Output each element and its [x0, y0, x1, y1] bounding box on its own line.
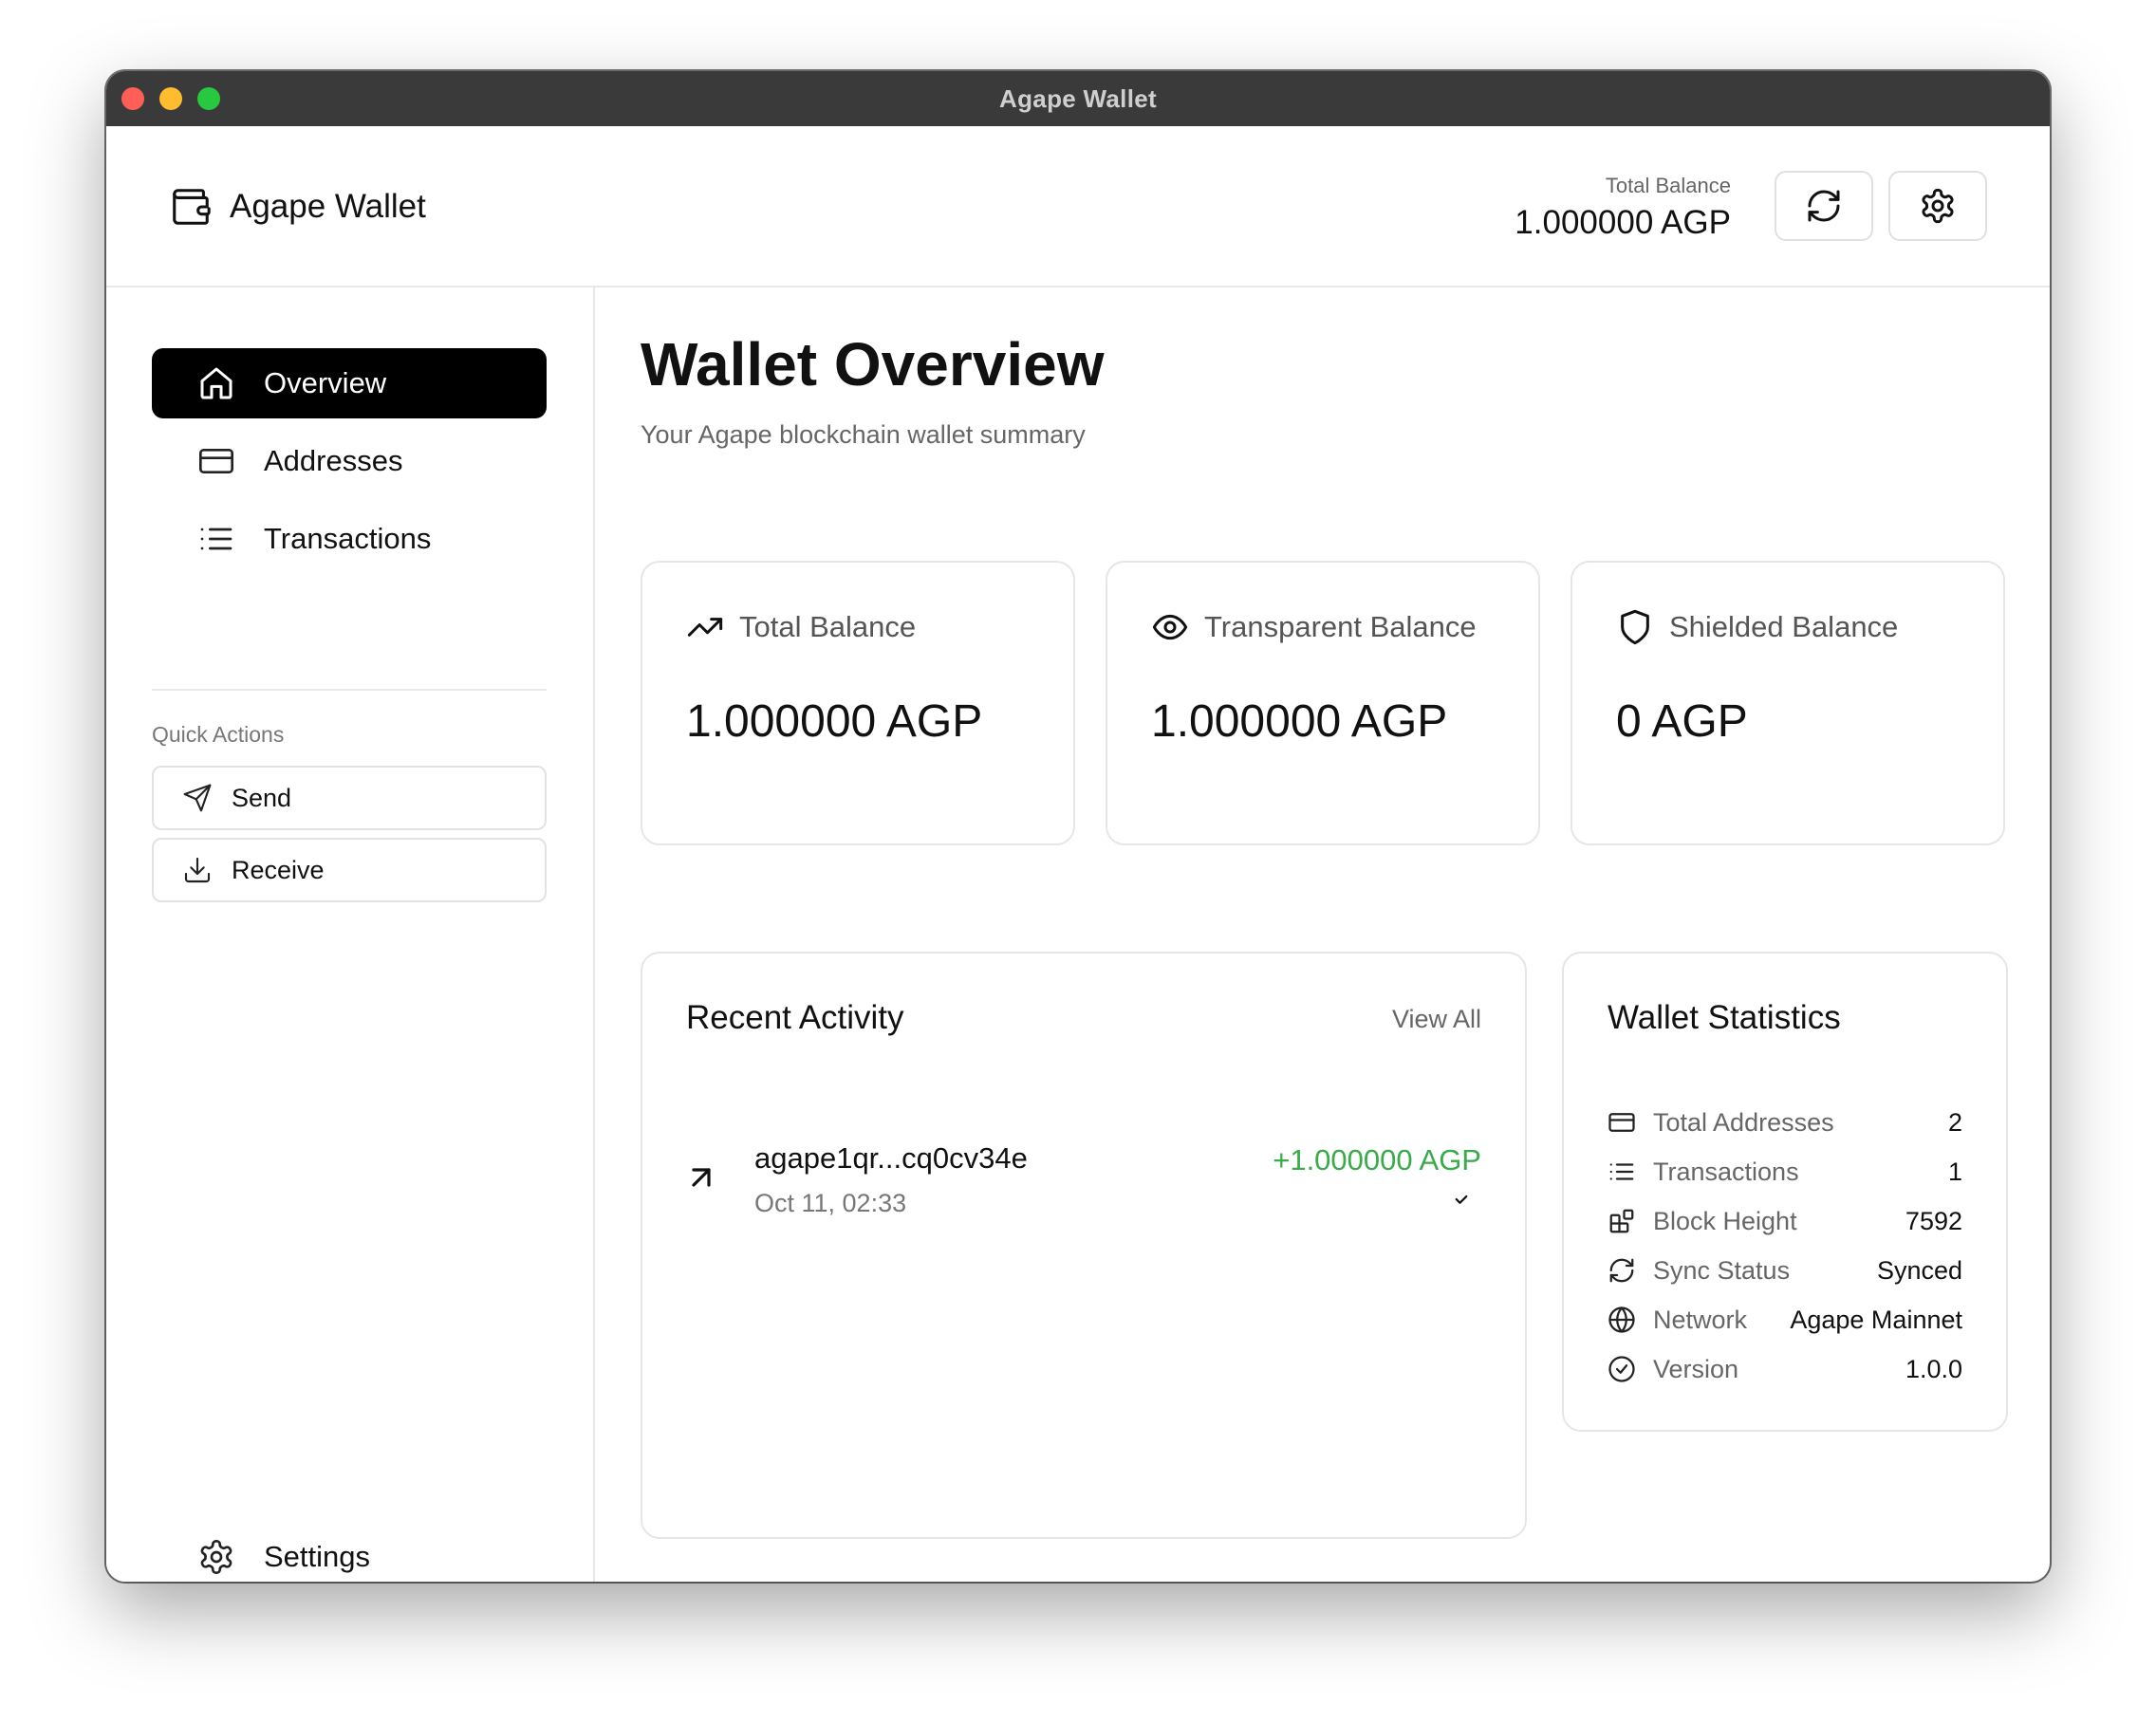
- stat-label: Sync Status: [1653, 1255, 1791, 1285]
- recent-activity-title: Recent Activity: [686, 999, 904, 1036]
- recent-activity-card: Recent Activity View All agape1qr...cq0c…: [641, 952, 1527, 1539]
- stat-label: Block Height: [1653, 1206, 1797, 1235]
- shield-icon: [1621, 609, 1649, 645]
- stat-value: Synced: [1876, 1255, 1962, 1285]
- stat-row: Transactions 1: [1608, 1153, 1962, 1191]
- settings-label: Settings: [264, 1540, 371, 1573]
- sidebar-item-label: Overview: [264, 366, 387, 399]
- transaction-address: agape1qr...cq0cv34e: [754, 1141, 1028, 1175]
- check-circle-icon: [1608, 1356, 1635, 1382]
- balance-value: 0 AGP: [1616, 696, 1748, 747]
- balance-label: Transparent Balance: [1204, 610, 1477, 643]
- balance-label: Total Balance: [739, 610, 917, 643]
- check-icon: [1455, 1195, 1468, 1204]
- balance-value: 1.000000 AGP: [1151, 696, 1448, 747]
- total-balance-card: Total Balance 1.000000 AGP: [641, 561, 1075, 845]
- stat-value: 2: [1947, 1107, 1962, 1137]
- main-content: Wallet Overview Your Agape blockchain wa…: [595, 287, 2050, 1582]
- list-icon: [1609, 1163, 1634, 1180]
- eye-icon: [1152, 614, 1188, 640]
- quick-actions-label: Quick Actions: [152, 722, 285, 747]
- sidebar-item-overview[interactable]: Overview: [152, 348, 547, 418]
- globe-icon: [1608, 1306, 1635, 1333]
- refresh-icon: [1808, 190, 1840, 222]
- sidebar-item-addresses[interactable]: Addresses: [152, 426, 547, 496]
- stat-value: 7592: [1905, 1206, 1962, 1235]
- app-header: Agape Wallet Total Balance 1.000000 AGP: [106, 126, 2050, 287]
- list-icon: [200, 528, 232, 550]
- gear-icon: [200, 1540, 232, 1574]
- app-window: Agape Wallet Agape Wallet Total Balance …: [106, 71, 2050, 1582]
- receive-button-label: Receive: [232, 855, 325, 884]
- send-button[interactable]: Send: [152, 766, 547, 830]
- header-balance-value: 1.000000 AGP: [1515, 204, 1731, 241]
- refresh-icon: [1609, 1258, 1634, 1283]
- stat-row: Total Addresses 2: [1608, 1103, 1962, 1141]
- sidebar-item-transactions[interactable]: Transactions: [152, 504, 547, 574]
- balance-value: 1.000000 AGP: [686, 696, 983, 747]
- transaction-amount: +1.000000 AGP: [1273, 1143, 1481, 1176]
- gear-icon: [1922, 188, 1954, 224]
- wallet-statistics-title: Wallet Statistics: [1608, 999, 1841, 1036]
- window-title: Agape Wallet: [999, 84, 1157, 113]
- card-icon: [199, 449, 234, 473]
- list-item[interactable]: agape1qr...cq0cv34e Oct 11, 02:33 +1.000…: [686, 1141, 1481, 1227]
- refresh-button[interactable]: [1775, 171, 1873, 241]
- download-icon: [184, 857, 211, 883]
- stat-label: Network: [1653, 1305, 1748, 1334]
- arrow-down-left-icon: [692, 1168, 711, 1187]
- page-subtitle: Your Agape blockchain wallet summary: [641, 420, 1086, 449]
- transaction-date: Oct 11, 02:33: [754, 1189, 907, 1217]
- stat-label: Transactions: [1653, 1157, 1799, 1186]
- brand-name: Agape Wallet: [230, 188, 426, 225]
- header-total-balance: Total Balance 1.000000 AGP: [1515, 174, 1731, 242]
- stat-row: Version 1.0.0: [1608, 1350, 1962, 1388]
- title-bar: Agape Wallet: [106, 71, 2050, 126]
- view-all-link[interactable]: View All: [1392, 1005, 1481, 1034]
- trending-up-icon: [687, 618, 723, 637]
- stat-label: Version: [1653, 1354, 1739, 1383]
- stat-value: 1.0.0: [1905, 1354, 1962, 1383]
- stat-row: Block Height 7592: [1608, 1202, 1962, 1240]
- shielded-balance-card: Shielded Balance 0 AGP: [1571, 561, 2005, 845]
- sidebar-divider: [152, 689, 547, 691]
- home-icon: [200, 367, 232, 399]
- send-icon: [183, 784, 212, 812]
- settings-button[interactable]: [1888, 171, 1987, 241]
- stat-value: 1: [1947, 1157, 1962, 1186]
- stat-value: Agape Mainnet: [1790, 1305, 1962, 1334]
- card-icon: [1608, 1113, 1635, 1132]
- wallet-statistics-card: Wallet Statistics Total Addresses 2 Tran…: [1562, 952, 2008, 1432]
- sidebar-item-label: Addresses: [264, 444, 403, 477]
- stat-row: Network Agape Mainnet: [1608, 1301, 1962, 1339]
- transparent-balance-card: Transparent Balance 1.000000 AGP: [1106, 561, 1540, 845]
- stat-label: Total Addresses: [1653, 1107, 1834, 1137]
- header-balance-label: Total Balance: [1605, 174, 1731, 197]
- brand: Agape Wallet: [169, 185, 426, 229]
- sidebar-item-label: Transactions: [264, 522, 432, 555]
- sidebar-item-settings[interactable]: Settings: [197, 1538, 370, 1576]
- stat-row: Sync Status Synced: [1608, 1251, 1962, 1289]
- page-title: Wallet Overview: [641, 330, 1105, 398]
- wallet-icon: [173, 189, 211, 225]
- receive-button[interactable]: Receive: [152, 838, 547, 902]
- blocks-icon: [1609, 1209, 1634, 1233]
- send-button-label: Send: [232, 783, 292, 812]
- sidebar: Overview Addresses Transactions Quick Ac…: [106, 287, 595, 1582]
- balance-label: Shielded Balance: [1669, 610, 1899, 643]
